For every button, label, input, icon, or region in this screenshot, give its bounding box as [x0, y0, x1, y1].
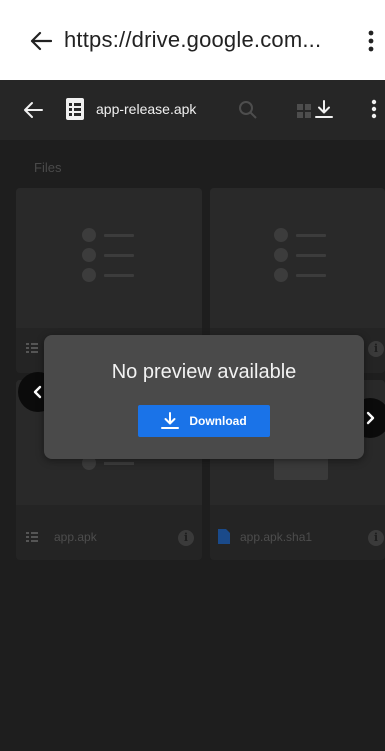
file-title: app-release.apk — [96, 101, 197, 117]
more-options-button[interactable] — [368, 97, 380, 121]
list-small-icon — [26, 343, 38, 353]
file-name: app.apk.sha1 — [240, 530, 313, 544]
grid-icon[interactable] — [297, 104, 311, 118]
download-button[interactable] — [312, 97, 336, 121]
download-button[interactable]: Download — [138, 405, 270, 437]
file-name: app.apk — [54, 530, 97, 544]
viewer-back-button[interactable] — [20, 98, 46, 122]
browser-menu-button[interactable] — [364, 26, 378, 56]
download-icon — [315, 100, 333, 118]
search-icon[interactable] — [238, 100, 258, 120]
no-preview-dialog: No preview available Download — [44, 335, 364, 459]
files-section-label: Files — [34, 160, 62, 175]
download-icon — [161, 412, 180, 429]
browser-toolbar: https://drive.google.com... — [0, 0, 385, 80]
download-label: Download — [189, 414, 247, 428]
viewer-toolbar: app-release.apk — [0, 80, 385, 140]
list-icon — [82, 228, 138, 284]
more-vert-icon — [368, 30, 374, 52]
list-small-icon — [26, 532, 38, 542]
doc-preview — [274, 458, 328, 480]
chevron-right-icon — [366, 411, 375, 425]
chevron-left-icon — [33, 385, 42, 399]
drive-viewer: app-release.apk Files i app.apk i app.ap… — [0, 80, 385, 751]
arrow-left-icon — [24, 102, 43, 118]
file-list-icon — [66, 98, 84, 120]
more-vert-icon — [371, 99, 377, 119]
no-preview-message: No preview available — [111, 361, 297, 383]
doc-icon — [218, 529, 230, 544]
info-icon[interactable]: i — [368, 341, 384, 357]
url-text[interactable]: https://drive.google.com... — [64, 27, 321, 53]
info-icon[interactable]: i — [178, 530, 194, 546]
arrow-left-icon — [30, 31, 52, 51]
info-icon[interactable]: i — [368, 530, 384, 546]
browser-back-button[interactable] — [28, 28, 54, 54]
list-icon — [274, 228, 330, 284]
